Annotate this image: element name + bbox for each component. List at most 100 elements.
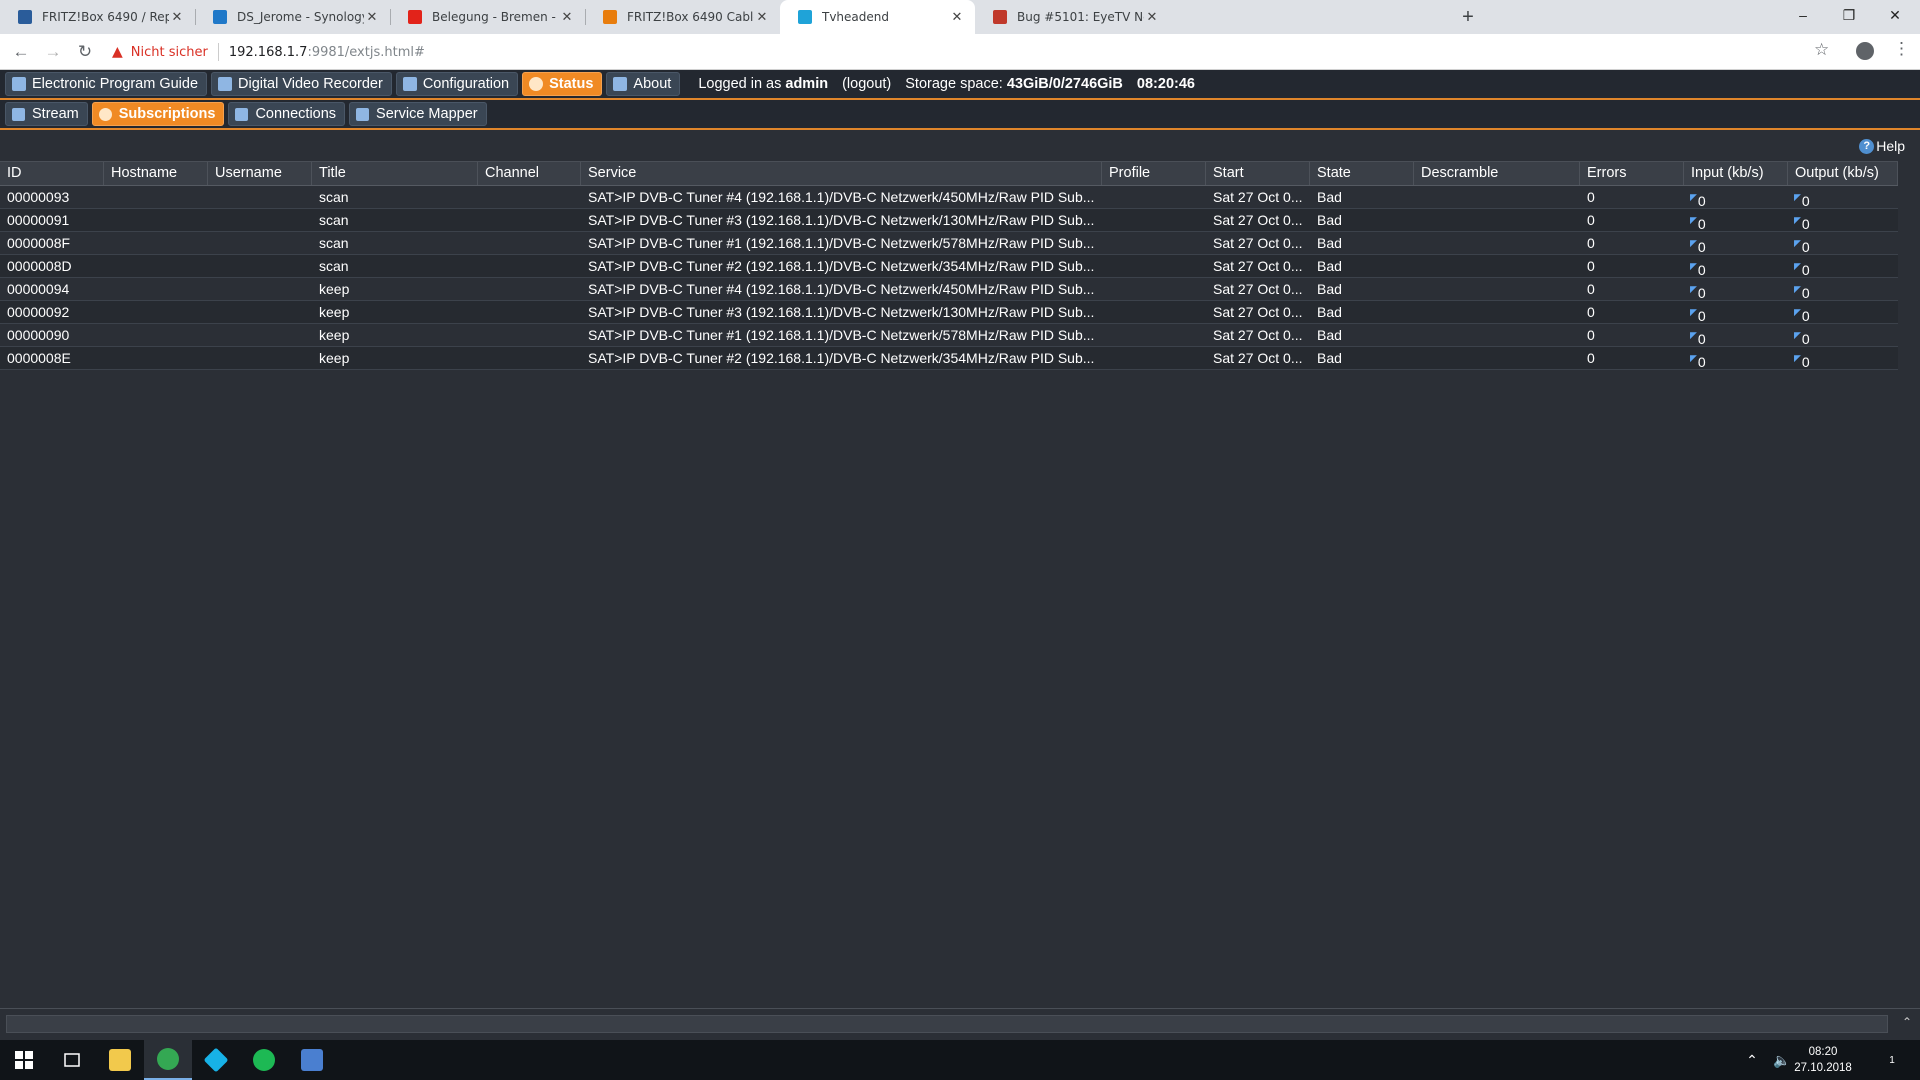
warning-icon: ▲: [112, 44, 123, 60]
nav-about[interactable]: About: [606, 72, 681, 96]
cell-descramble: [1414, 232, 1580, 254]
table-row[interactable]: 0000008D scan SAT>IP DVB-C Tuner #2 (192.1…: [0, 255, 1898, 278]
column-header-title[interactable]: Title: [312, 162, 478, 185]
cell-id: 00000093: [7, 189, 70, 205]
column-header-output[interactable]: Output (kb/s): [1788, 162, 1898, 185]
main-navigation: Electronic Program Guide Digital Video Re…: [0, 70, 1920, 100]
close-window-button[interactable]: ✕: [1872, 0, 1918, 30]
column-header-input[interactable]: Input (kb/s): [1684, 162, 1788, 185]
column-header-id[interactable]: ID: [0, 162, 104, 185]
table-row[interactable]: 00000093 scan SAT>IP DVB-C Tuner #4 (192.1…: [0, 186, 1898, 209]
cell-value: 0: [1801, 354, 1810, 369]
cell-state: Bad: [1317, 189, 1342, 205]
kodi-icon: [203, 1047, 229, 1073]
cell-profile: [1102, 278, 1206, 300]
nav-digital-video-recorder[interactable]: Digital Video Recorder: [211, 72, 392, 96]
tab-close-icon[interactable]: ✕: [1144, 10, 1160, 25]
table-row[interactable]: 00000092 keep SAT>IP DVB-C Tuner #3 (192.1…: [0, 301, 1898, 324]
taskbar-network-tool[interactable]: [288, 1040, 336, 1080]
taskbar-file-explorer[interactable]: [96, 1040, 144, 1080]
tab-stream[interactable]: Stream: [5, 102, 88, 126]
cell-output: ◤0: [1788, 278, 1898, 300]
browser-tab[interactable]: Bug #5101: EyeTV Netstream 4C✕: [975, 0, 1170, 34]
taskbar-spotify[interactable]: [240, 1040, 288, 1080]
taskbar-clock[interactable]: 08:20 27.10.2018: [1783, 1044, 1863, 1076]
reload-icon[interactable]: ↻: [73, 40, 97, 64]
table-row[interactable]: 0000008E keep SAT>IP DVB-C Tuner #2 (192.1…: [0, 347, 1898, 370]
cell-output: ◤0: [1788, 186, 1898, 208]
task-view-icon: [64, 1053, 80, 1067]
security-label[interactable]: Nicht sicher: [131, 45, 208, 60]
column-header-profile[interactable]: Profile: [1102, 162, 1206, 185]
expand-panel-icon[interactable]: ⌃: [1902, 1015, 1912, 1029]
column-header-errors[interactable]: Errors: [1580, 162, 1684, 185]
tab-favicon-icon: [213, 10, 227, 24]
dirty-marker-icon: ◤: [1690, 284, 1697, 294]
tab-close-icon[interactable]: ✕: [949, 10, 965, 25]
taskbar-kodi[interactable]: [192, 1040, 240, 1080]
cell-errors: 0: [1587, 258, 1595, 274]
column-header-descramble[interactable]: Descramble: [1414, 162, 1580, 185]
tab-service-mapper[interactable]: Service Mapper: [349, 102, 487, 126]
address-bar[interactable]: ▲ Nicht sicher 192.168.1.7 :9981/extjs.h…: [112, 39, 1812, 65]
browser-tab[interactable]: FRITZ!Box 6490 / Repeater - TVH✕: [0, 0, 195, 34]
tab-favicon-icon: [603, 10, 617, 24]
column-header-service[interactable]: Service: [581, 162, 1102, 185]
subnav-label: Subscriptions: [118, 106, 216, 122]
table-row[interactable]: 00000094 keep SAT>IP DVB-C Tuner #4 (192.1…: [0, 278, 1898, 301]
logout-link[interactable]: (logout): [842, 76, 891, 92]
browser-tab[interactable]: Tvheadend ✕: [780, 0, 975, 34]
cell-channel: [478, 186, 581, 208]
log-panel-header[interactable]: [6, 1015, 1888, 1033]
column-header-start[interactable]: Start: [1206, 162, 1310, 185]
help-button[interactable]: ? Help: [1859, 138, 1905, 154]
tab-close-icon[interactable]: ✕: [559, 10, 575, 25]
task-view-button[interactable]: [48, 1040, 96, 1080]
tab-close-icon[interactable]: ✕: [169, 10, 185, 25]
cell-hostname: [104, 232, 208, 254]
browser-menu-icon[interactable]: ⋮: [1893, 39, 1910, 59]
cell-input: ◤0: [1684, 232, 1788, 254]
tray-overflow-icon[interactable]: ⌃: [1740, 1040, 1764, 1080]
tab-close-icon[interactable]: ✕: [754, 10, 770, 25]
back-icon[interactable]: ←: [9, 40, 33, 64]
nav-configuration[interactable]: Configuration: [395, 72, 519, 96]
cell-username: [208, 209, 312, 231]
table-row[interactable]: 0000008F scan SAT>IP DVB-C Tuner #1 (192.1…: [0, 232, 1898, 255]
tab-close-icon[interactable]: ✕: [364, 10, 380, 25]
nav-status[interactable]: Status: [522, 72, 603, 96]
cell-errors: 0: [1587, 281, 1595, 297]
notification-center-icon[interactable]: 1: [1872, 1040, 1912, 1080]
cell-service: SAT>IP DVB-C Tuner #4 (192.168.1.1)/DVB-…: [588, 281, 1095, 297]
cell-username: [208, 324, 312, 346]
browser-tab[interactable]: Belegung - Bremen - Vodafone-K✕: [390, 0, 585, 34]
cell-title: scan: [319, 189, 349, 205]
tab-connections[interactable]: Connections: [228, 102, 346, 126]
taskbar-chrome[interactable]: [144, 1040, 192, 1080]
browser-tab[interactable]: DS_Jerome - Synology DiskStatio✕: [195, 0, 390, 34]
cell-title: keep: [319, 281, 350, 297]
cell-title: scan: [319, 212, 349, 228]
browser-tab[interactable]: FRITZ!Box 6490 Cable ✕: [585, 0, 780, 34]
bookmark-star-icon[interactable]: ☆: [1814, 40, 1829, 60]
restore-button[interactable]: ❐: [1826, 0, 1872, 30]
nav-electronic-program-guide[interactable]: Electronic Program Guide: [5, 72, 208, 96]
minimize-button[interactable]: –: [1780, 0, 1826, 30]
dirty-marker-icon: ◤: [1794, 353, 1801, 363]
column-header-hostname[interactable]: Hostname: [104, 162, 208, 185]
column-header-username[interactable]: Username: [208, 162, 312, 185]
tab-subscriptions[interactable]: Subscriptions: [91, 102, 225, 126]
cell-title: keep: [319, 350, 350, 366]
cell-value: 0: [1801, 285, 1810, 300]
cell-value: 0: [1697, 331, 1706, 346]
column-header-state[interactable]: State: [1310, 162, 1414, 185]
profile-avatar-icon[interactable]: [1856, 42, 1874, 60]
column-header-channel[interactable]: Channel: [478, 162, 581, 185]
start-button[interactable]: [0, 1040, 48, 1080]
forward-icon[interactable]: →: [41, 40, 65, 64]
cell-input: ◤0: [1684, 255, 1788, 277]
table-row[interactable]: 00000091 scan SAT>IP DVB-C Tuner #3 (192.1…: [0, 209, 1898, 232]
table-row[interactable]: 00000090 keep SAT>IP DVB-C Tuner #1 (192.1…: [0, 324, 1898, 347]
new-tab-button[interactable]: +: [1455, 4, 1481, 30]
status-icon: [529, 77, 544, 91]
